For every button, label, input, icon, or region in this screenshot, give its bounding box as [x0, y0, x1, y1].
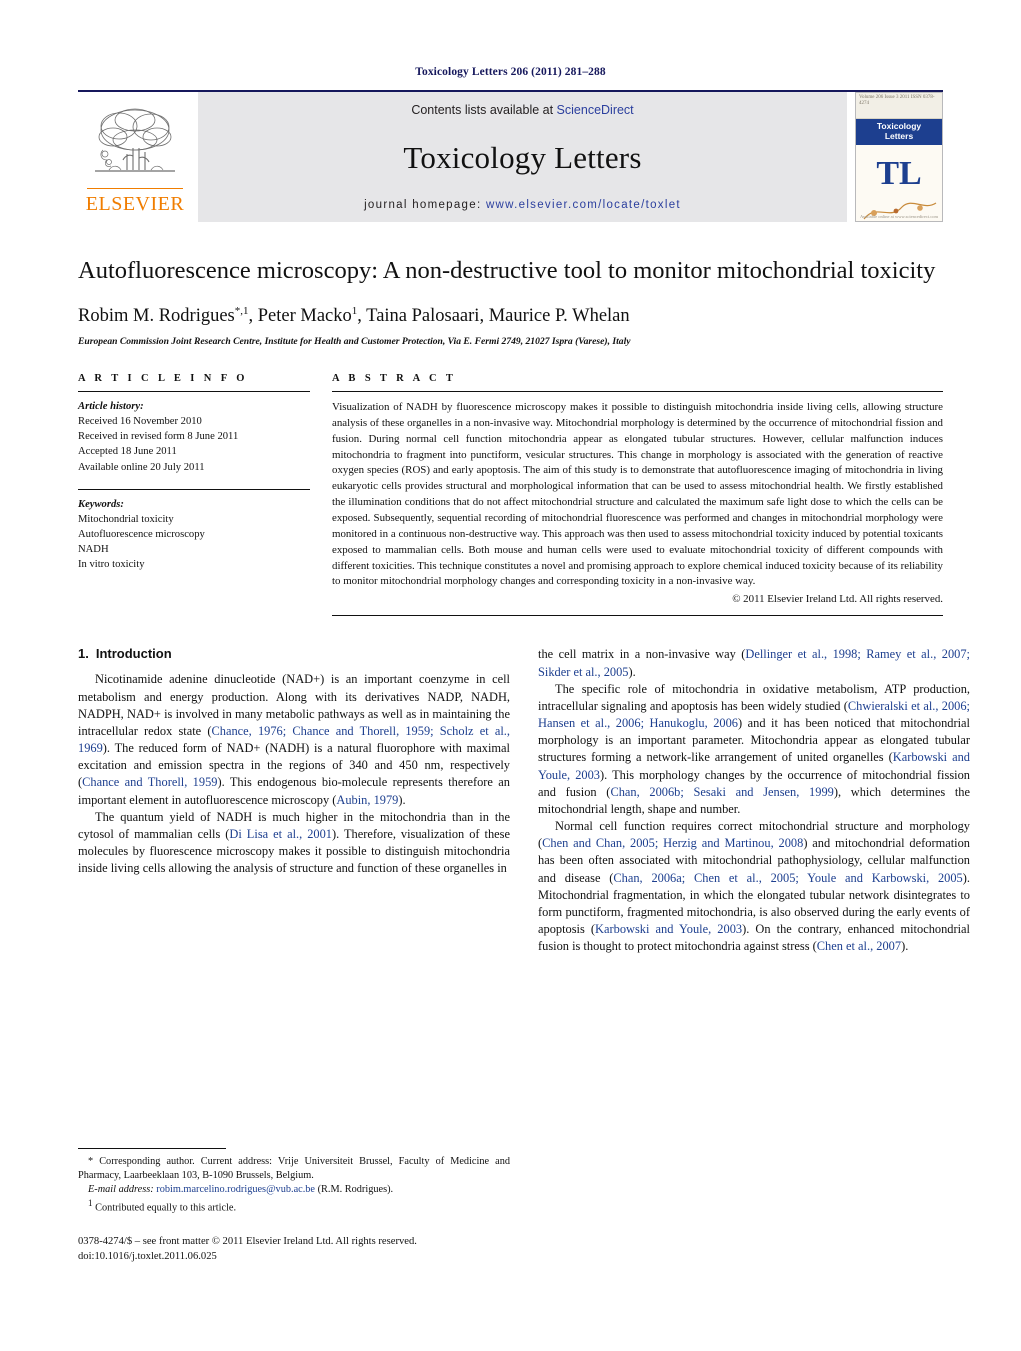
citation-link[interactable]: Chan, 2006b; Sesaki and Jensen, 1999: [610, 785, 833, 799]
citation-link[interactable]: Di Lisa et al., 2001: [229, 827, 332, 841]
citation-link[interactable]: Karbowski and Youle, 2003: [595, 922, 742, 936]
body-paragraph: The specific role of mitochondria in oxi…: [538, 681, 970, 818]
email-link[interactable]: robim.marcelino.rodrigues@vub.ac.be: [156, 1184, 315, 1195]
keyword-item: In vitro toxicity: [78, 559, 145, 571]
homepage-label: journal homepage:: [364, 199, 482, 211]
info-abstract-region: A R T I C L E I N F O Article history: R…: [78, 373, 943, 617]
article-history-label: Article history:: [78, 401, 144, 413]
body-paragraph: Nicotinamide adenine dinucleotide (NAD+)…: [78, 671, 510, 808]
running-head: Toxicology Letters 206 (2011) 281–288: [415, 66, 606, 78]
history-item: Available online 20 July 2011: [78, 461, 205, 473]
article-info-column: A R T I C L E I N F O Article history: R…: [78, 373, 310, 616]
journal-masthead: ELSEVIER Contents lists available at Sci…: [78, 90, 943, 222]
body-paragraph: the cell matrix in a non-invasive way (D…: [538, 646, 970, 680]
footnote-equal-contribution: 1 Contributed equally to this article.: [78, 1197, 510, 1216]
homepage-url-link[interactable]: www.elsevier.com/locate/toxlet: [486, 199, 681, 211]
footnote-email: E-mail address: robim.marcelino.rodrigue…: [78, 1183, 510, 1197]
article-info-heading: A R T I C L E I N F O: [78, 373, 248, 385]
email-suffix: (R.M. Rodrigues).: [317, 1184, 394, 1196]
issn-line: 0378-4274/$ – see front matter © 2011 El…: [78, 1235, 417, 1247]
footnote-mark: 1: [88, 1198, 93, 1209]
body-columns: 1. Introduction Nicotinamide adenine dinu…: [78, 646, 970, 955]
keyword-item: Autofluorescence microscopy: [78, 529, 205, 540]
body-paragraph: The quantum yield of NADH is much higher…: [78, 809, 510, 878]
paragraph-text: ).: [628, 664, 636, 679]
intro-right-paragraphs: the cell matrix in a non-invasive way (D…: [538, 646, 970, 955]
paragraph-text: ).: [901, 939, 909, 954]
journal-cover-thumbnail: Volume 206 Issue 3 2011 ISSN 0378-4274 T…: [855, 92, 943, 222]
paragraph-text: ).: [398, 792, 406, 807]
cover-title-band: Toxicology Letters: [856, 119, 942, 145]
abstract-column: A B S T R A C T Visualization of NADH by…: [332, 373, 943, 617]
section-number: 1.: [78, 646, 89, 662]
abstract-heading: A B S T R A C T: [332, 373, 457, 385]
doi-line[interactable]: doi:10.1016/j.toxlet.2011.06.025: [78, 1250, 510, 1265]
body-column-right: the cell matrix in a non-invasive way (D…: [538, 646, 970, 955]
author-mark-equal: 1: [351, 304, 358, 317]
cover-monogram: TL: [876, 154, 922, 192]
author-affiliation: European Commission Joint Research Centr…: [78, 336, 631, 348]
keyword-item: Mitochondrial toxicity: [78, 513, 174, 525]
contents-available-line: Contents lists available at ScienceDirec…: [411, 103, 633, 117]
contents-prefix: Contents lists available at: [411, 103, 557, 117]
citation-link[interactable]: Chen et al., 2007: [817, 939, 901, 953]
footnote-rule: [78, 1148, 226, 1149]
article-history: Article history: Received 16 November 20…: [78, 399, 310, 475]
section-heading-introduction: 1. Introduction: [78, 646, 510, 661]
journal-banner: Contents lists available at ScienceDirec…: [198, 92, 847, 222]
journal-homepage-line: journal homepage: www.elsevier.com/locat…: [364, 199, 681, 211]
author-mark-corresponding: *,1: [234, 304, 249, 317]
elsevier-logo: ELSEVIER: [78, 92, 192, 222]
section-title: Introduction: [95, 646, 172, 662]
author-list: Robim M. Rodrigues*,1, Peter Macko1, Tai…: [78, 304, 630, 327]
article-page: Toxicology Letters 206 (2011) 281–288 EL…: [0, 0, 1021, 1351]
elsevier-wordmark: ELSEVIER: [85, 193, 185, 216]
footnote-corresponding-author: * Corresponding author. Current address:…: [78, 1156, 510, 1182]
cover-top-note: Volume 206 Issue 3 2011 ISSN 0378-4274: [856, 93, 942, 119]
abstract-bottom-rule: [332, 615, 943, 617]
intro-left-paragraphs: Nicotinamide adenine dinucleotide (NAD+)…: [78, 671, 510, 877]
footnote-equal-text: Contributed equally to this article.: [95, 1202, 237, 1214]
article-title: Autofluorescence microscopy: A non-destr…: [78, 257, 936, 284]
citation-link[interactable]: Aubin, 1979: [336, 793, 398, 807]
history-item: Received in revised form 8 June 2011: [78, 431, 239, 443]
citation-link[interactable]: Chen and Chan, 2005; Herzig and Martinou…: [542, 836, 803, 850]
history-item: Accepted 18 June 2011: [78, 446, 177, 458]
history-item: Received 16 November 2010: [78, 416, 202, 428]
body-paragraph: Normal cell function requires correct mi…: [538, 818, 970, 955]
keywords-block: Keywords: Mitochondrial toxicity Autoflu…: [78, 497, 310, 573]
cover-title-line2: Letters: [884, 130, 914, 141]
abstract-rule: [332, 391, 943, 393]
title-block: Autofluorescence microscopy: A non-destr…: [78, 256, 943, 347]
elsevier-tree-icon: [95, 108, 175, 172]
email-label: E-mail address:: [88, 1184, 154, 1196]
paragraph-text: the cell matrix in a non-invasive way (: [538, 647, 746, 662]
article-info-rule: [78, 391, 310, 393]
citation-link[interactable]: Chance and Thorell, 1959: [82, 775, 217, 789]
sciencedirect-link[interactable]: ScienceDirect: [557, 103, 634, 117]
citation-link[interactable]: Chan, 2006a; Chen et al., 2005; Youle an…: [613, 871, 962, 885]
body-column-left: 1. Introduction Nicotinamide adenine dinu…: [78, 646, 510, 955]
abstract-copyright: © 2011 Elsevier Ireland Ltd. All rights …: [732, 593, 943, 606]
keywords-label: Keywords:: [78, 498, 124, 510]
cover-foot-note: Available online at www.sciencedirect.co…: [860, 214, 938, 219]
footnote-region: * Corresponding author. Current address:…: [78, 1148, 510, 1264]
journal-title: Toxicology Letters: [403, 140, 642, 175]
keywords-rule: [78, 488, 310, 490]
elsevier-rule: [87, 187, 183, 190]
abstract-text: Visualization of NADH by fluorescence mi…: [332, 401, 943, 588]
issn-doi-block: 0378-4274/$ – see front matter © 2011 El…: [78, 1235, 510, 1265]
keyword-item: NADH: [78, 544, 109, 556]
